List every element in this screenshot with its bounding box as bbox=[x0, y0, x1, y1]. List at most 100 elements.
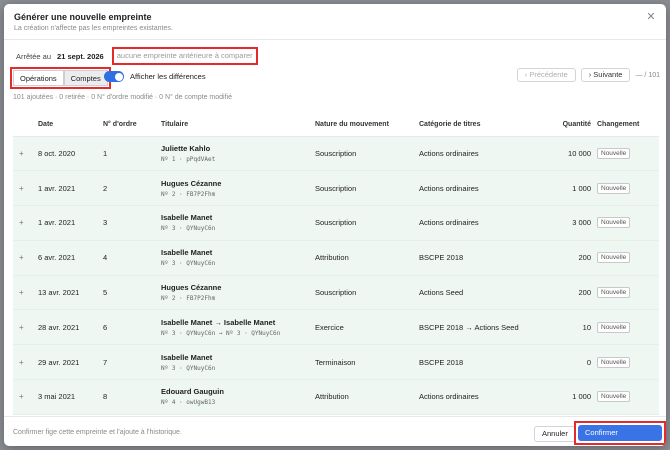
status-badge: Nouvelle bbox=[597, 391, 631, 403]
cell-changement: Nouvelle bbox=[597, 136, 659, 171]
table-row[interactable]: +1 avr. 2021 2 Hugues Cézanne Nº 2 · FB7P2F… bbox=[13, 170, 659, 206]
row-added-marker: + bbox=[19, 322, 24, 332]
table-row[interactable]: +3 mai 2021 8 Edouard Gauguin Nº 4 · owUgwB… bbox=[13, 379, 659, 415]
cell-titulaire: Isabelle Manet Nº 3 · QYNuyC6n bbox=[161, 240, 315, 275]
cell-quantite: 1 000 bbox=[572, 183, 591, 193]
cell-quantite: 3 000 bbox=[572, 218, 591, 228]
cell-quantite: 1 000 bbox=[572, 392, 591, 402]
col-categorie[interactable]: Catégorie de titres bbox=[419, 114, 547, 137]
holder-account: Nº 3 · QYNuyC6n bbox=[161, 260, 216, 268]
table-row[interactable]: +8 oct. 2020 1 Juliette Kahlo Nº 1 · pPqdVA… bbox=[13, 136, 659, 171]
diff-summary: 101 ajoutées · 0 retirée · 0 N° d'ordre … bbox=[13, 94, 232, 101]
table-row[interactable]: +13 avr. 2021 5 Hugues Cézanne Nº 2 · FB7P2… bbox=[13, 275, 659, 310]
no-previous-fingerprint: aucune empreinte antérieure à comparer bbox=[111, 47, 258, 65]
view-tabs: Opérations Comptes bbox=[10, 67, 111, 89]
table-row[interactable]: +6 avr. 2021 4 Isabelle Manet Nº 3 · QYNuyC… bbox=[13, 240, 659, 276]
cell-date: 13 avr. 2021 bbox=[38, 288, 80, 298]
table-row[interactable]: +1 avr. 2021 3 Isabelle Manet Nº 3 · QYNuyC… bbox=[13, 205, 659, 241]
cell-quantite: 200 bbox=[578, 253, 591, 263]
holder-name: Isabelle Manet bbox=[161, 248, 213, 258]
cell-changement: Nouvelle bbox=[597, 206, 659, 241]
show-differences-toggle[interactable] bbox=[104, 71, 124, 82]
cell-ordre: 4 bbox=[103, 253, 108, 263]
row-added-marker: + bbox=[19, 218, 24, 228]
col-marker bbox=[13, 114, 38, 137]
arrete-label: Arrêtée au bbox=[16, 51, 52, 61]
col-changement[interactable]: Changement bbox=[597, 114, 659, 137]
cell-titulaire: Hugues Cézanne Nº 2 · FB7P2Fhm bbox=[161, 275, 315, 310]
confirm-fingerprint-button[interactable]: Confirmer l'empreinte bbox=[578, 425, 662, 446]
cell-categorie: Actions ordinaires bbox=[419, 218, 479, 228]
holder-name: Isabelle Manet bbox=[161, 213, 213, 223]
holder-account: Nº 3 · QYNuyC6n bbox=[161, 225, 216, 233]
cancel-button[interactable]: Annuler bbox=[534, 426, 576, 442]
cell-nature: Souscription bbox=[315, 183, 357, 193]
col-date[interactable]: Date bbox=[38, 114, 103, 137]
status-badge: Nouvelle bbox=[597, 182, 631, 194]
cell-titulaire: Isabelle Manet Nº 3 · QYNuyC6n bbox=[161, 345, 315, 380]
cell-nature: Attribution bbox=[315, 392, 349, 402]
status-badge: Nouvelle bbox=[597, 356, 631, 368]
holder-account: Nº 4 · owUgwB13 bbox=[161, 399, 216, 407]
cell-quantite: 10 000 bbox=[568, 148, 591, 158]
cell-nature: Souscription bbox=[315, 148, 357, 158]
cell-changement: Nouvelle bbox=[597, 380, 659, 415]
movements-table: Date N° d'ordre Titulaire Nature du mouv… bbox=[13, 114, 659, 415]
holder-name: Hugues Cézanne bbox=[161, 178, 222, 188]
cell-changement: Nouvelle bbox=[597, 240, 659, 275]
tab-comptes[interactable]: Comptes bbox=[63, 70, 108, 86]
cell-date: 6 avr. 2021 bbox=[38, 253, 76, 263]
row-added-marker: + bbox=[19, 392, 24, 402]
modal-header: Générer une nouvelle empreinte La créati… bbox=[4, 4, 666, 40]
page-count: — / 101 bbox=[635, 71, 660, 79]
row-added-marker: + bbox=[19, 288, 24, 298]
holder-account: Nº 3 · QYNuyC6n bbox=[161, 364, 216, 372]
cell-quantite: 200 bbox=[578, 288, 591, 298]
modal-subtitle: La création n'affecte pas les empreintes… bbox=[14, 25, 173, 32]
arrete-row: Arrêtée au 21 sept. 2026 aucune empreint… bbox=[10, 45, 258, 67]
footer-hint: Confirmer fige cette empreinte et l'ajou… bbox=[13, 429, 182, 436]
arrete-box: Arrêtée au 21 sept. 2026 bbox=[10, 48, 110, 64]
generate-fingerprint-modal: Générer une nouvelle empreinte La créati… bbox=[4, 4, 666, 446]
tab-operations[interactable]: Opérations bbox=[13, 70, 64, 86]
cell-changement: Nouvelle bbox=[597, 171, 659, 206]
cell-date: 3 mai 2021 bbox=[38, 392, 76, 402]
cell-categorie: Actions ordinaires bbox=[419, 148, 479, 158]
status-badge: Nouvelle bbox=[597, 252, 631, 264]
close-icon[interactable]: ✕ bbox=[646, 12, 656, 23]
holder-account: Nº 3 · QYNuyC6n → Nº 3 · QYNuyC6n bbox=[161, 329, 281, 337]
modal-title: Générer une nouvelle empreinte bbox=[14, 12, 152, 22]
col-quantite[interactable]: Quantité bbox=[547, 114, 597, 137]
status-badge: Nouvelle bbox=[597, 321, 631, 333]
cell-titulaire: Hugues Cézanne Nº 2 · FB7P2Fhm bbox=[161, 171, 315, 206]
cell-ordre: 5 bbox=[103, 288, 108, 298]
cell-ordre: 8 bbox=[103, 392, 108, 402]
pager: ‹ Précédente › Suivante — / 101 bbox=[516, 68, 660, 82]
holder-account: Nº 2 · FB7P2Fhm bbox=[161, 295, 216, 303]
cell-titulaire: Isabelle Manet Nº 3 · QYNuyC6n bbox=[161, 206, 315, 241]
cell-nature: Terminaison bbox=[315, 357, 356, 367]
table-row[interactable]: +29 avr. 2021 7 Isabelle Manet Nº 3 · QYNuy… bbox=[13, 344, 659, 380]
next-button[interactable]: › Suivante bbox=[580, 68, 631, 82]
cell-categorie: BSCPE 2018 bbox=[419, 357, 464, 367]
table-row[interactable]: +28 avr. 2021 6 Isabelle Manet → Isabelle … bbox=[13, 309, 659, 345]
cell-quantite: 0 bbox=[586, 357, 591, 367]
holder-name: Isabelle Manet bbox=[161, 352, 213, 362]
col-ordre[interactable]: N° d'ordre bbox=[103, 114, 161, 137]
movements-table-wrap[interactable]: Date N° d'ordre Titulaire Nature du mouv… bbox=[13, 114, 659, 416]
holder-name: Hugues Cézanne bbox=[161, 283, 222, 293]
cell-ordre: 3 bbox=[103, 218, 108, 228]
status-badge: Nouvelle bbox=[597, 217, 631, 229]
cell-nature: Attribution bbox=[315, 253, 349, 263]
cell-nature: Exercice bbox=[315, 322, 344, 332]
cell-date: 1 avr. 2021 bbox=[38, 183, 76, 193]
col-nature[interactable]: Nature du mouvement bbox=[315, 114, 419, 137]
confirm-highlight: Confirmer l'empreinte bbox=[574, 421, 666, 446]
cell-categorie: Actions ordinaires bbox=[419, 392, 479, 402]
col-titulaire[interactable]: Titulaire bbox=[161, 114, 315, 137]
show-differences-label: Afficher les différences bbox=[130, 72, 206, 81]
cell-date: 1 avr. 2021 bbox=[38, 218, 76, 228]
previous-button[interactable]: ‹ Précédente bbox=[516, 68, 576, 82]
holder-account: Nº 1 · pPqdVAet bbox=[161, 155, 216, 163]
cell-date: 8 oct. 2020 bbox=[38, 148, 76, 158]
